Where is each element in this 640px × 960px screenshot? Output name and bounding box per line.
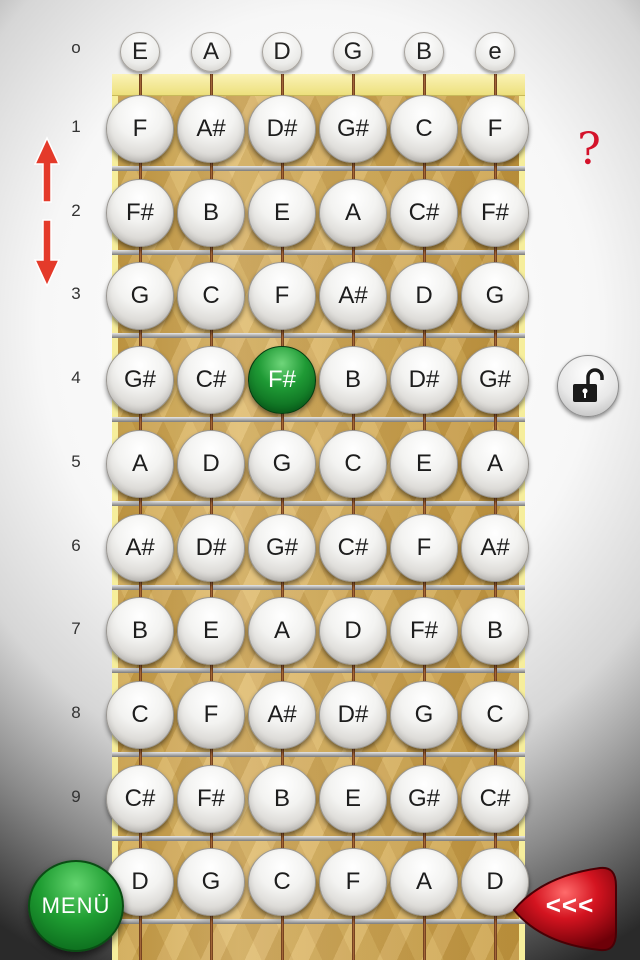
help-button[interactable]: ? — [572, 124, 606, 176]
fret-number: 2 — [71, 200, 81, 220]
fret-number: 7 — [71, 619, 81, 639]
fret-wire — [112, 668, 525, 674]
note-button[interactable]: F# — [177, 764, 245, 833]
note-button[interactable]: A# — [106, 513, 174, 582]
note-button[interactable]: D# — [177, 513, 245, 582]
lock-button[interactable] — [557, 355, 619, 417]
note-button[interactable]: A# — [177, 95, 245, 163]
note-button[interactable]: A# — [248, 680, 316, 749]
arrow-down-icon[interactable] — [34, 218, 60, 288]
note-button[interactable]: C — [248, 848, 316, 917]
note-button[interactable]: E — [248, 178, 316, 247]
fret-number: 3 — [71, 284, 81, 304]
fret-wire — [112, 751, 525, 757]
note-button[interactable]: B — [319, 346, 387, 415]
open-string-G[interactable]: G — [333, 32, 373, 72]
fret-number: 6 — [71, 535, 81, 555]
open-string-B[interactable]: B — [404, 32, 444, 72]
note-button[interactable]: C# — [106, 764, 174, 833]
fret-wire — [112, 417, 525, 423]
fret-wire — [112, 166, 525, 171]
note-button[interactable]: B — [177, 178, 245, 247]
note-button[interactable]: F — [461, 95, 529, 163]
fret-number: 4 — [71, 368, 81, 388]
fret-number: o — [71, 38, 81, 57]
note-button[interactable]: G — [248, 429, 316, 498]
unlocked-padlock-icon — [573, 368, 604, 402]
note-button[interactable]: F — [177, 680, 245, 749]
fret-number: 1 — [71, 117, 81, 136]
note-button[interactable]: C# — [390, 178, 458, 247]
note-button[interactable]: G — [177, 848, 245, 917]
fret-number: 8 — [71, 702, 81, 722]
arrow-up-icon[interactable] — [34, 136, 60, 206]
note-button[interactable]: C# — [177, 346, 245, 415]
note-button[interactable]: D — [390, 262, 458, 331]
note-button[interactable]: G# — [390, 764, 458, 833]
fret-wire — [112, 500, 525, 506]
open-string-e[interactable]: e — [475, 32, 515, 72]
note-button[interactable]: D# — [390, 346, 458, 415]
note-button[interactable]: A — [390, 848, 458, 917]
note-button[interactable]: G# — [106, 346, 174, 415]
note-button[interactable]: D — [319, 597, 387, 666]
note-button[interactable]: E — [319, 764, 387, 833]
open-string-A[interactable]: A — [191, 32, 231, 72]
note-button[interactable]: A# — [319, 262, 387, 331]
note-button[interactable]: F — [248, 262, 316, 331]
note-button[interactable]: A — [319, 178, 387, 247]
note-button[interactable]: G — [390, 680, 458, 749]
note-button[interactable]: B — [106, 597, 174, 666]
note-button[interactable]: A — [106, 429, 174, 498]
note-button[interactable]: B — [248, 764, 316, 833]
note-button[interactable]: A — [248, 597, 316, 666]
note-button[interactable]: C — [177, 262, 245, 331]
note-button[interactable]: F# — [106, 178, 174, 247]
open-string-E[interactable]: E — [120, 32, 160, 72]
note-button[interactable]: F — [106, 95, 174, 163]
note-button[interactable]: F — [319, 848, 387, 917]
note-button[interactable]: E — [177, 597, 245, 666]
note-button[interactable]: C — [319, 429, 387, 498]
menu-label: MENÜ — [41, 893, 111, 918]
note-button[interactable]: F# — [248, 346, 316, 415]
note-button[interactable]: D# — [248, 95, 316, 163]
fret-wire — [112, 584, 525, 590]
note-button[interactable]: C — [390, 95, 458, 163]
note-button[interactable]: G — [461, 262, 529, 331]
note-button[interactable]: G — [106, 262, 174, 331]
open-string-D[interactable]: D — [262, 32, 302, 72]
note-button[interactable]: E — [390, 429, 458, 498]
fret-number: 9 — [71, 786, 81, 806]
note-button[interactable]: D# — [319, 680, 387, 749]
note-button[interactable]: A# — [461, 513, 529, 582]
fret-wire — [112, 249, 525, 255]
fret-wire — [112, 333, 525, 339]
note-button[interactable]: A — [461, 429, 529, 498]
note-button[interactable]: C# — [319, 513, 387, 582]
note-button[interactable]: G# — [248, 513, 316, 582]
note-button[interactable]: F# — [390, 597, 458, 666]
back-label: <<< — [545, 890, 595, 920]
menu-button[interactable]: MENÜ — [28, 860, 124, 952]
note-button[interactable]: D — [177, 429, 245, 498]
note-button[interactable]: B — [461, 597, 529, 666]
fret-wire — [112, 835, 525, 841]
note-button[interactable]: G# — [461, 346, 529, 415]
nut — [112, 74, 525, 96]
note-button[interactable]: C — [106, 680, 174, 749]
fret-number: 5 — [71, 451, 81, 471]
note-button[interactable]: C — [461, 680, 529, 749]
note-button[interactable]: F# — [461, 178, 529, 247]
note-button[interactable]: F — [390, 513, 458, 582]
note-button[interactable]: G# — [319, 95, 387, 163]
note-button[interactable]: C# — [461, 764, 529, 833]
fret-wire — [112, 919, 525, 925]
